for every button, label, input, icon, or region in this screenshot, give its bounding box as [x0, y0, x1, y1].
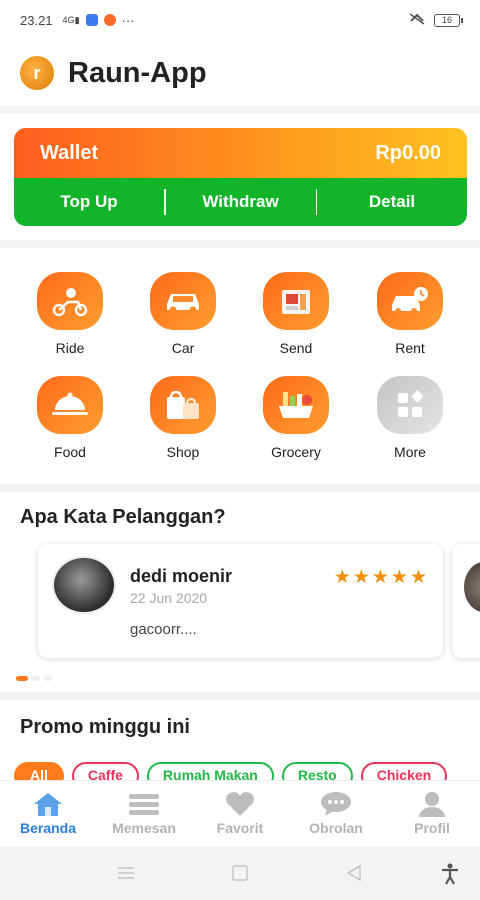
list-icon [129, 794, 159, 815]
nav-memesan[interactable]: Memesan [96, 781, 192, 846]
home-icon [34, 793, 62, 816]
app-header: r Raun-App [0, 40, 480, 106]
service-food[interactable]: Food [20, 376, 120, 460]
promo-section: Promo minggu ini All Caffe Rumah Makan R… [0, 700, 480, 784]
food-cloche-icon [37, 376, 103, 434]
service-ride[interactable]: Ride [20, 272, 120, 356]
wallet-label: Wallet [40, 141, 99, 164]
more-notifications-icon: ··· [121, 12, 135, 28]
service-more[interactable]: More [360, 376, 460, 460]
detail-button[interactable]: Detail [317, 192, 467, 212]
chat-icon [321, 792, 351, 816]
nav-profil[interactable]: Profil [384, 781, 480, 846]
service-label: Car [171, 340, 195, 356]
service-label: Rent [395, 340, 425, 356]
star-icon: ★ [352, 567, 372, 588]
app-logo-icon: r [20, 56, 54, 90]
service-label: Food [54, 444, 86, 460]
services-grid: Ride Car Send Rent Food Shop Grocery Mor… [0, 248, 480, 484]
service-car[interactable]: Car [133, 272, 233, 356]
carousel-dot-active [16, 676, 28, 681]
silent-icon [408, 12, 426, 29]
wallet-card: Wallet Rp0.00 Top Up Withdraw Detail [14, 128, 467, 226]
avatar [464, 562, 480, 612]
service-label: Grocery [271, 444, 321, 460]
reviews-section: Apa Kata Pelanggan? dedi moenir 22 Jun 2… [0, 492, 480, 692]
review-card[interactable]: dedi moenir 22 Jun 2020 gacoorr.... ★★★★… [38, 544, 443, 658]
service-rent[interactable]: Rent [360, 272, 460, 356]
nav-label: Memesan [112, 820, 176, 836]
service-shop[interactable]: Shop [133, 376, 233, 460]
package-icon [263, 272, 329, 330]
home-button-icon[interactable] [230, 863, 250, 888]
review-text: gacoorr.... [130, 621, 197, 638]
service-label: Shop [166, 444, 200, 460]
notification-app-icon-2 [103, 14, 116, 26]
rating-stars: ★★★★★ [334, 566, 429, 589]
heart-icon [226, 792, 254, 816]
service-label: More [394, 444, 426, 460]
status-time: 23.21 [20, 12, 53, 28]
wallet-balance: Rp0.00 [375, 141, 441, 164]
service-send[interactable]: Send [246, 272, 346, 356]
car-rental-icon [377, 272, 443, 330]
grocery-basket-icon [263, 376, 329, 434]
star-icon: ★ [409, 567, 429, 588]
menu-icon[interactable] [116, 863, 136, 888]
service-grocery[interactable]: Grocery [246, 376, 346, 460]
nav-label: Obrolan [309, 820, 363, 836]
avatar [52, 556, 116, 614]
signal-icon: 4G▮ [62, 14, 80, 25]
withdraw-button[interactable]: Withdraw [166, 192, 316, 212]
scooter-icon [37, 272, 103, 330]
carousel-dot [32, 676, 40, 681]
reviewer-name: dedi moenir [130, 566, 233, 586]
promo-title: Promo minggu ini [20, 716, 190, 738]
carousel-dot [44, 676, 52, 681]
review-date: 22 Jun 2020 [130, 590, 208, 606]
star-icon: ★ [390, 567, 410, 588]
back-icon[interactable] [344, 863, 364, 888]
nav-label: Favorit [216, 820, 264, 836]
nav-obrolan[interactable]: Obrolan [288, 781, 384, 846]
user-icon [419, 792, 445, 817]
star-icon: ★ [333, 567, 353, 588]
wallet-actions: Top Up Withdraw Detail [14, 178, 467, 226]
nav-label: Beranda [19, 820, 77, 836]
battery-icon: 16 [434, 13, 463, 27]
shopping-bags-icon [150, 376, 216, 434]
bottom-nav: Beranda Memesan Favorit Obrolan Profil [0, 780, 480, 846]
status-bar: 23.21 4G▮ ··· 16 [0, 0, 480, 40]
notification-app-icon [85, 14, 98, 26]
wallet-section: Wallet Rp0.00 Top Up Withdraw Detail [0, 114, 480, 240]
app-title: Raun-App [68, 56, 207, 89]
system-nav-bar [0, 846, 480, 900]
wallet-balance-bar: Wallet Rp0.00 [14, 128, 467, 178]
more-grid-icon [377, 376, 443, 434]
accessibility-icon[interactable] [440, 863, 460, 890]
service-label: Send [279, 340, 313, 356]
star-icon: ★ [371, 567, 391, 588]
carousel-indicator [16, 676, 52, 681]
nav-beranda[interactable]: Beranda [0, 781, 96, 846]
review-card-next[interactable] [452, 544, 480, 658]
nav-favorit[interactable]: Favorit [192, 781, 288, 846]
car-icon [150, 272, 216, 330]
reviews-title: Apa Kata Pelanggan? [20, 506, 226, 528]
top-up-button[interactable]: Top Up [14, 192, 164, 212]
nav-label: Profil [414, 820, 450, 836]
service-label: Ride [55, 340, 85, 356]
